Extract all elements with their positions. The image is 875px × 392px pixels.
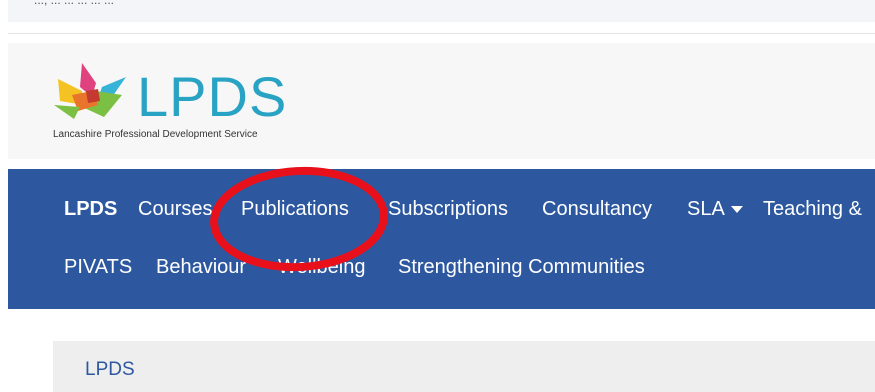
nav-brand[interactable]: LPDS bbox=[64, 198, 117, 221]
nav-item-behaviour[interactable]: Behaviour bbox=[156, 256, 246, 279]
nav-item-pivats[interactable]: PIVATS bbox=[64, 256, 132, 279]
nav-item-subscriptions[interactable]: Subscriptions bbox=[388, 198, 508, 221]
nav-item-consultancy[interactable]: Consultancy bbox=[542, 198, 652, 221]
breadcrumb-current[interactable]: LPDS bbox=[85, 359, 135, 381]
nav-item-teaching[interactable]: Teaching & bbox=[763, 198, 862, 221]
flower-logo-icon bbox=[54, 63, 126, 119]
site-header: LPDS Lancashire Professional Development… bbox=[8, 43, 875, 159]
nav-item-strengthening-communities[interactable]: Strengthening Communities bbox=[398, 256, 645, 279]
logo-wordmark: LPDS bbox=[137, 65, 288, 128]
nav-item-sla[interactable]: SLA bbox=[687, 198, 743, 221]
top-strip-text: ..., ... ... ... ... ... bbox=[34, 0, 115, 7]
main-navbar: LPDS Courses Publications Subscriptions … bbox=[8, 169, 875, 309]
divider bbox=[8, 33, 875, 34]
nav-item-courses[interactable]: Courses bbox=[138, 198, 212, 221]
nav-item-publications[interactable]: Publications bbox=[241, 198, 349, 221]
top-strip: ..., ... ... ... ... ... bbox=[8, 0, 875, 22]
logo-tagline: Lancashire Professional Development Serv… bbox=[53, 129, 258, 140]
breadcrumb: LPDS bbox=[53, 341, 875, 392]
caret-down-icon bbox=[730, 206, 743, 214]
nav-item-sla-label: SLA bbox=[687, 198, 725, 220]
nav-item-wellbeing[interactable]: Wellbeing bbox=[278, 256, 365, 279]
